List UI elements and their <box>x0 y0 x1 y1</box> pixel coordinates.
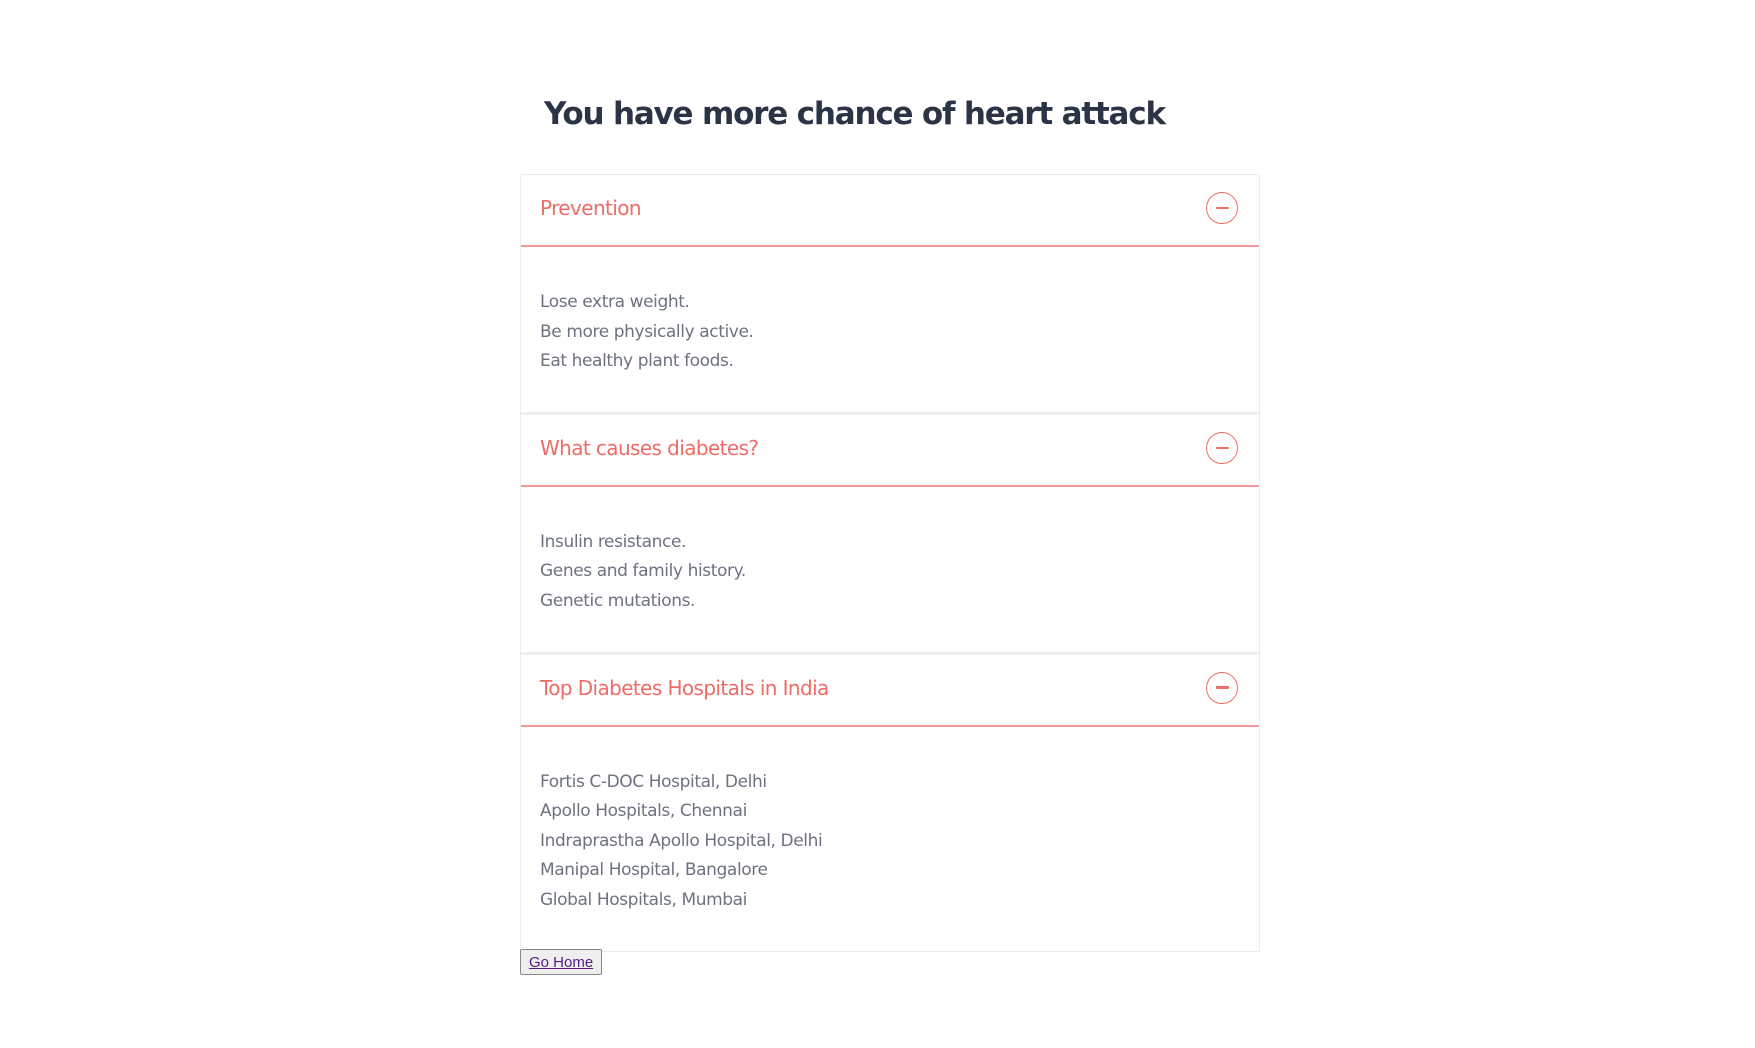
list-item: Eat healthy plant foods. <box>540 351 734 372</box>
list-item: Be more physically active. <box>540 321 754 342</box>
page-title: You have more chance of heart attack <box>544 96 1166 132</box>
accordion-header-causes[interactable]: What causes diabetes? <box>521 415 1259 487</box>
list-item: Fortis C-DOC Hospital, Delhi <box>540 771 767 792</box>
minus-circle-icon[interactable] <box>1206 671 1238 704</box>
list-item: Lose extra weight. <box>540 292 690 312</box>
accordion-title: Prevention <box>540 196 642 220</box>
accordion: Prevention Lose extra weight. Be more ph… <box>520 174 1260 952</box>
list-item: Manipal Hospital, Bangalore <box>540 860 768 881</box>
list-item: Apollo Hospitals, Chennai <box>540 801 747 822</box>
accordion-header-hospitals[interactable]: Top Diabetes Hospitals in India <box>521 655 1259 727</box>
list-item: Genes and family history. <box>540 561 746 582</box>
accordion-section-causes: What causes diabetes? Insulin resistance… <box>521 415 1259 655</box>
list-item: Indraprastha Apollo Hospital, Delhi <box>540 830 823 851</box>
accordion-body-hospitals: Fortis C-DOC Hospital, Delhi Apollo Hosp… <box>521 727 1259 951</box>
minus-circle-icon[interactable] <box>1206 431 1238 464</box>
list-item: Insulin resistance. <box>540 531 687 552</box>
list-item: Global Hospitals, Mumbai <box>540 889 747 910</box>
list-item: Genetic mutations. <box>540 590 696 611</box>
accordion-section-prevention: Prevention Lose extra weight. Be more ph… <box>521 175 1259 415</box>
accordion-body-causes: Insulin resistance. Genes and family his… <box>521 487 1259 652</box>
accordion-section-hospitals: Top Diabetes Hospitals in India Fortis C… <box>521 655 1259 951</box>
go-home-button[interactable]: Go Home <box>520 949 603 975</box>
accordion-title: Top Diabetes Hospitals in India <box>540 675 829 700</box>
accordion-header-prevention[interactable]: Prevention <box>521 175 1259 247</box>
accordion-title: What causes diabetes? <box>540 435 759 460</box>
minus-circle-icon[interactable] <box>1206 192 1238 224</box>
accordion-body-prevention: Lose extra weight. Be more physically ac… <box>521 247 1259 412</box>
